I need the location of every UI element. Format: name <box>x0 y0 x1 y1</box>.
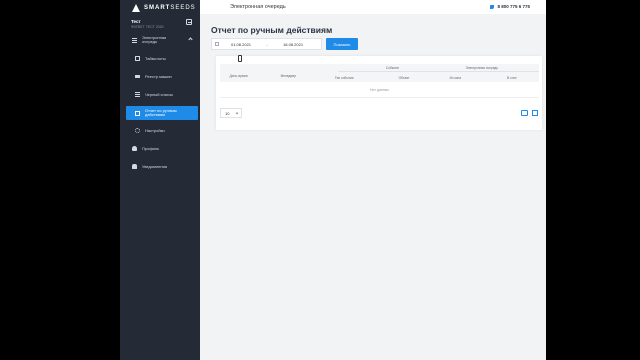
logo-text-light: SEEDS <box>170 5 196 11</box>
sidebar-item-label: Электронная очередь <box>142 34 167 44</box>
column-header-datetime[interactable]: Дата, время <box>230 74 248 78</box>
app-window: SMARTSEEDS Тест ФХПВГТ ТЕСТ 2020 Электро… <box>120 0 546 360</box>
sidebar-item-label: Реестр машин <box>145 73 172 79</box>
show-button[interactable]: Показать <box>326 38 358 50</box>
sidebar-item-timeslots[interactable]: Таймслоты <box>126 52 198 64</box>
timeslot-icon <box>135 55 140 61</box>
report-table: Событие Электронная очередь Дата, время … <box>220 64 539 98</box>
logo-icon <box>132 4 140 12</box>
sidebar-item-label: Настройки <box>145 127 165 133</box>
truck-icon <box>135 74 140 78</box>
column-header-event-type[interactable]: Тип события <box>335 76 354 80</box>
sidebar-item-label: Таймслоты <box>145 55 166 61</box>
group-header-queue: Электронная очередь <box>465 66 498 70</box>
date-to-input[interactable]: 18.08.2021 <box>283 42 303 47</box>
logo-text-bold: SMART <box>144 5 171 11</box>
sidebar-item-label: Отчет по ручным действиям <box>145 107 177 117</box>
header-title: Электронная очередь <box>230 4 286 10</box>
fullscreen-icon[interactable] <box>532 110 538 116</box>
sidebar-item-queue[interactable]: Электронная очередь <box>126 34 198 46</box>
user-org: ФХПВГТ ТЕСТ 2020 <box>131 25 164 29</box>
user-icon <box>132 145 137 151</box>
empty-state: Нет данных <box>220 82 539 98</box>
date-range-picker[interactable]: 01.08.2021 → 18.08.2021 <box>211 38 322 50</box>
chevron-down-icon <box>235 111 239 115</box>
logo: SMARTSEEDS <box>132 3 196 13</box>
logout-icon[interactable] <box>186 19 192 25</box>
calendar-icon <box>215 42 219 46</box>
sidebar-item-label: Уведомления <box>142 163 168 169</box>
report-icon <box>135 110 140 116</box>
sidebar-item-notifications[interactable]: Уведомления <box>126 160 198 172</box>
phone-icon <box>490 4 495 9</box>
page-title: Отчет по ручным действиям <box>211 25 333 35</box>
group-divider <box>449 71 539 72</box>
page-size-select[interactable]: 10 <box>220 108 242 118</box>
gear-icon <box>135 127 140 133</box>
group-header-events: Событие <box>385 66 400 70</box>
date-range-separator: → <box>265 41 270 47</box>
blacklist-icon <box>135 91 140 97</box>
group-divider <box>338 71 450 72</box>
sidebar: SMARTSEEDS Тест ФХПВГТ ТЕСТ 2020 Электро… <box>120 0 200 360</box>
queue-icon <box>132 37 137 43</box>
sidebar-item-blacklist[interactable]: Черный список <box>126 88 198 100</box>
phone-link[interactable]: 8 800 775 6 775 <box>490 4 530 9</box>
sidebar-item-label: Профиль <box>142 145 160 151</box>
column-header-manager[interactable]: Менеджер <box>281 74 296 78</box>
date-from-input[interactable]: 01.08.2021 <box>231 42 251 47</box>
column-header-object[interactable]: Объект <box>399 76 410 80</box>
sidebar-item-label: Черный список <box>145 91 173 97</box>
bell-icon <box>132 163 137 169</box>
mouse-cursor-icon <box>237 55 242 62</box>
column-header-from-window[interactable]: Из окна <box>450 76 461 80</box>
table-header: Событие Электронная очередь Дата, время … <box>220 64 539 82</box>
sidebar-item-profile[interactable]: Профиль <box>126 142 198 154</box>
top-bar: Электронная очередь 8 800 775 6 775 <box>200 0 546 14</box>
chevron-up-icon <box>188 37 193 42</box>
sidebar-item-trucks[interactable]: Реестр машин <box>126 70 198 82</box>
sidebar-item-report[interactable]: Отчет по ручным действиям <box>126 106 198 120</box>
page-size-value: 10 <box>225 110 230 116</box>
user-name: Тест <box>131 19 141 24</box>
column-header-to-slot[interactable]: В слот <box>507 76 517 80</box>
phone-number: 8 800 775 6 775 <box>497 4 530 9</box>
sidebar-item-settings[interactable]: Настройки <box>126 124 198 136</box>
print-icon[interactable] <box>521 110 528 116</box>
